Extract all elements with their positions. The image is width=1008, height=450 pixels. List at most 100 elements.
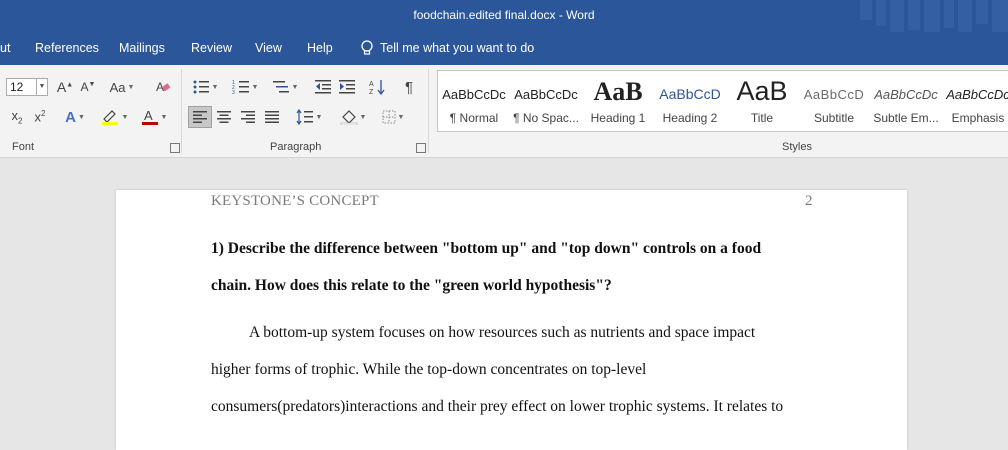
style-sample: AaB xyxy=(736,76,788,106)
tell-me-text: Tell me what you want to do xyxy=(380,41,535,55)
justify-icon xyxy=(265,111,279,123)
style-heading-2[interactable]: AaBbCcD Heading 2 xyxy=(654,71,726,131)
align-center-icon xyxy=(217,111,231,123)
numbering-icon: 1 2 3 xyxy=(232,80,249,95)
chevron-down-icon: ▼ xyxy=(77,113,85,121)
superscript-button[interactable]: x2 xyxy=(29,106,51,128)
font-size-value: 12 xyxy=(10,80,24,94)
align-center-button[interactable] xyxy=(213,106,235,128)
tab-help[interactable]: Help xyxy=(307,41,333,55)
style-sample: AaBbCcD xyxy=(659,86,721,102)
borders-button[interactable]: ▼ xyxy=(376,106,410,128)
change-case-icon: Aa xyxy=(109,79,126,95)
style-subtle-emphasis[interactable]: AaBbCcDc Subtle Em... xyxy=(870,71,942,131)
clear-formatting-button[interactable]: A xyxy=(152,76,174,98)
subscript-button[interactable]: x2 xyxy=(6,106,28,128)
change-case-button[interactable]: Aa ▼ xyxy=(107,76,137,98)
style-name: Heading 1 xyxy=(590,111,646,125)
shrink-font-icon: A▼ xyxy=(80,80,96,94)
separator xyxy=(428,69,429,153)
highlight-button[interactable]: ▼ xyxy=(96,106,132,128)
svg-text:A: A xyxy=(369,81,374,88)
increase-indent-icon xyxy=(339,80,355,94)
chevron-down-icon: ▼ xyxy=(397,113,405,121)
align-right-icon xyxy=(241,111,255,123)
tab-references[interactable]: References xyxy=(35,41,99,55)
style-title[interactable]: AaB Title xyxy=(726,71,798,131)
style-sample: AaB xyxy=(593,77,643,106)
align-right-button[interactable] xyxy=(237,106,259,128)
align-left-button[interactable] xyxy=(188,106,212,128)
style-name: ¶ No Spac... xyxy=(513,111,579,125)
tab-mailings[interactable]: Mailings xyxy=(119,41,165,55)
style-emphasis[interactable]: AaBbCcDc Emphasis xyxy=(942,71,1008,131)
chevron-down-icon: ▼ xyxy=(121,113,129,121)
font-color-icon: A xyxy=(141,108,158,125)
title-bar: foodchain.edited final.docx - Word xyxy=(0,0,1008,32)
document-area: KEYSTONE’S CONCEPT 2 1) Describe the dif… xyxy=(0,158,1008,450)
chevron-down-icon[interactable]: ▼ xyxy=(36,79,47,95)
chevron-down-icon: ▼ xyxy=(211,83,219,91)
highlighter-icon xyxy=(101,110,118,125)
style-name: Emphasis xyxy=(951,111,1005,125)
justify-button[interactable] xyxy=(261,106,283,128)
multilevel-list-button[interactable]: ▼ xyxy=(268,76,302,98)
eraser-icon: A xyxy=(156,80,171,94)
window-title: foodchain.edited final.docx - Word xyxy=(413,8,595,22)
shrink-font-button[interactable]: A▼ xyxy=(78,76,98,98)
borders-icon xyxy=(382,110,396,124)
question-line-2: chain. How does this relate to the "gree… xyxy=(211,277,612,294)
chevron-down-icon: ▼ xyxy=(127,83,135,91)
paragraph-dialog-launcher-icon[interactable]: . xyxy=(416,143,426,153)
tab-review[interactable]: Review xyxy=(191,41,232,55)
tab-view[interactable]: View xyxy=(255,41,282,55)
page-number: 2 xyxy=(805,193,813,209)
body-line-1: A bottom-up system focuses on how resour… xyxy=(249,324,756,341)
chevron-down-icon: ▼ xyxy=(359,113,367,121)
tell-me-box[interactable]: Tell me what you want to do xyxy=(360,40,534,56)
font-color-button[interactable]: A ▼ xyxy=(136,106,172,128)
font-size-select[interactable]: 12 ▼ xyxy=(6,78,48,96)
bullets-button[interactable]: ▼ xyxy=(188,76,222,98)
style-name: Subtitle xyxy=(813,111,855,125)
style-subtitle[interactable]: AaBbCcD Subtitle xyxy=(798,71,870,131)
line-spacing-button[interactable]: ▼ xyxy=(292,106,326,128)
line-spacing-icon xyxy=(296,109,313,125)
text-effects-button[interactable]: A ▼ xyxy=(59,106,91,128)
font-dialog-launcher-icon[interactable]: . xyxy=(170,143,180,153)
style-normal[interactable]: AaBbCcDc ¶ Normal xyxy=(438,71,510,131)
decrease-indent-button[interactable] xyxy=(312,76,334,98)
grow-font-button[interactable]: A▲ xyxy=(54,76,76,98)
show-formatting-button[interactable]: ¶ xyxy=(398,76,420,98)
chevron-down-icon: ▼ xyxy=(251,83,259,91)
multilevel-list-icon xyxy=(272,81,289,93)
style-name: ¶ Normal xyxy=(449,111,499,125)
text-effects-icon: A xyxy=(65,108,76,126)
paint-bucket-icon xyxy=(340,110,357,125)
style-heading-1[interactable]: AaB Heading 1 xyxy=(582,71,654,131)
document-page[interactable]: KEYSTONE’S CONCEPT 2 1) Describe the dif… xyxy=(116,190,907,450)
shading-button[interactable]: ▼ xyxy=(336,106,370,128)
style-name: Subtle Em... xyxy=(873,111,939,125)
body-line-3: consumers(predators)interactions and the… xyxy=(211,398,784,415)
ribbon: 12 ▼ A▲ A▼ Aa▼ A x2 x2 A▼ ▼ A ▼ Font . xyxy=(0,65,1008,158)
increase-indent-button[interactable] xyxy=(336,76,358,98)
style-no-spacing[interactable]: AaBbCcDc ¶ No Spac... xyxy=(510,71,582,131)
sort-button[interactable]: A Z xyxy=(366,76,388,98)
numbering-button[interactable]: 1 2 3 ▼ xyxy=(228,76,262,98)
paragraph-group-label: Paragraph xyxy=(270,141,322,153)
svg-text:3: 3 xyxy=(232,90,235,95)
style-sample: AaBbCcDc xyxy=(514,87,578,102)
grow-font-icon: A▲ xyxy=(56,79,74,95)
superscript-icon: x2 xyxy=(34,109,46,125)
style-name: Title xyxy=(750,111,774,125)
svg-text:Z: Z xyxy=(369,89,374,96)
style-sample: AaBbCcDc xyxy=(442,87,506,102)
lightbulb-icon xyxy=(361,40,373,55)
style-sample: AaBbCcDc xyxy=(946,87,1008,102)
bullets-icon xyxy=(193,80,209,94)
svg-text:A: A xyxy=(144,108,153,123)
align-left-icon xyxy=(193,111,207,123)
tab-layout[interactable]: ut xyxy=(0,41,10,55)
body-line-2: higher forms of trophic. While the top-d… xyxy=(211,361,647,378)
